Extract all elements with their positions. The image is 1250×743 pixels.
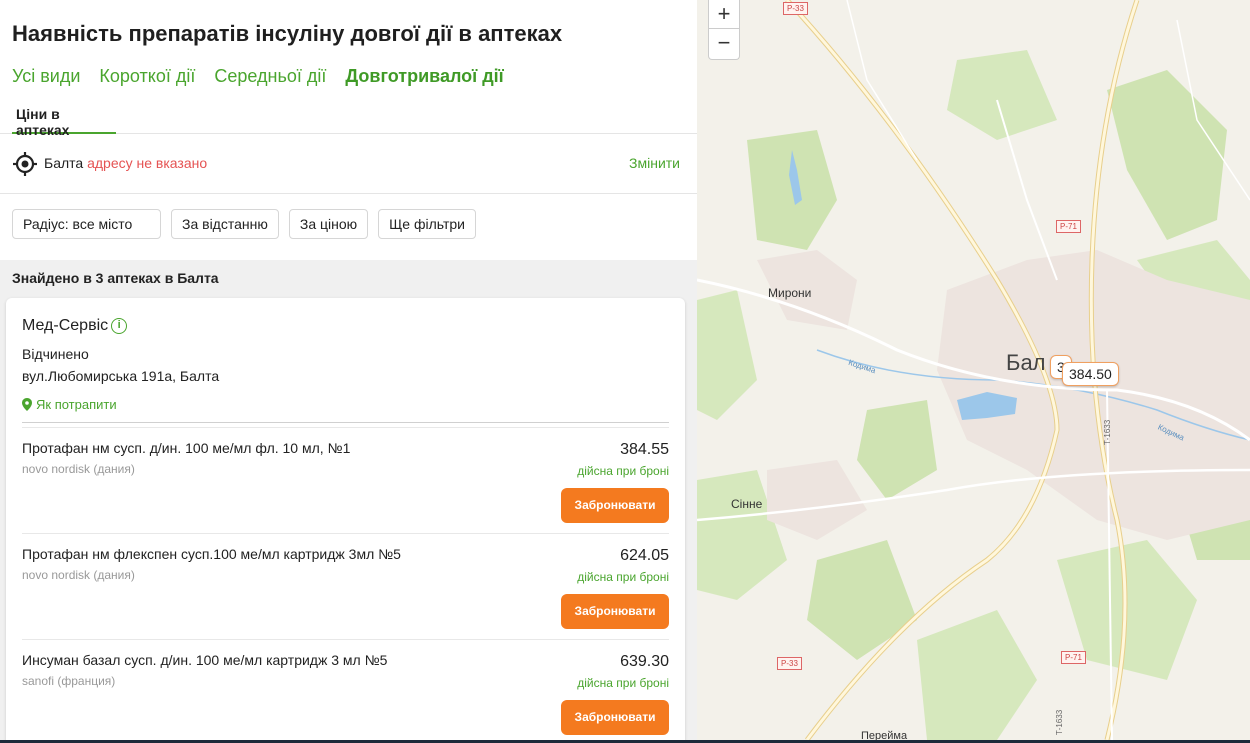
product-price: 639.30	[620, 653, 669, 670]
road-badge: Р-71	[1056, 220, 1081, 233]
reserve-button[interactable]: Забронювати	[561, 700, 669, 735]
filters-bar: Радіус: все місто За відстанню За ціною …	[12, 209, 486, 239]
zoom-in-button[interactable]: +	[709, 0, 739, 29]
page: Наявність препаратів інсуліну довгої дії…	[0, 0, 1250, 743]
product-maker: novo nordisk (дания)	[22, 462, 135, 476]
road-badge: Р-33	[783, 2, 808, 15]
page-title: Наявність препаратів інсуліну довгої дії…	[12, 21, 563, 46]
change-location-link[interactable]: Змінити	[629, 155, 680, 171]
zoom-out-button[interactable]: −	[709, 29, 739, 58]
results-panel: Наявність препаратів інсуліну довгої дії…	[0, 0, 697, 743]
insulin-type-tabs: Усі види Короткої дії Середньої дії Довг…	[12, 66, 523, 87]
radius-filter-button[interactable]: Радіус: все місто	[12, 209, 161, 239]
product-price: 624.05	[620, 547, 669, 564]
road-badge: Р-33	[777, 657, 802, 670]
tab-long-acting[interactable]: Довготривалої дії	[345, 66, 503, 87]
product-name: Протафан нм флекспен сусп.100 ме/мл карт…	[22, 546, 401, 562]
map-label-sinne: Сінне	[731, 497, 763, 511]
product-price: 384.55	[620, 441, 669, 458]
price-note: дійсна при броні	[577, 676, 669, 690]
location-target-icon	[13, 152, 37, 176]
pharmacy-address: вул.Любомирська 191а, Балта	[22, 368, 220, 384]
map[interactable]: + − Р-33 Р-71 Р-33 Р-71 Мирони Бал Сінне…	[697, 0, 1250, 740]
tab-intermediate-acting[interactable]: Середньої дії	[214, 66, 326, 87]
pharmacy-card: Мед-Сервіс i Відчинено вул.Любомирська 1…	[6, 298, 685, 743]
directions-label: Як потрапити	[36, 397, 117, 412]
location-warning: адресу не вказано	[87, 155, 208, 171]
tab-all-types[interactable]: Усі види	[12, 66, 80, 87]
product-maker: sanofi (франция)	[22, 674, 116, 688]
more-filters-button[interactable]: Ще фільтри	[378, 209, 476, 239]
sub-tabs: Ціни в аптеках	[0, 96, 697, 138]
map-label-village: Перейма	[861, 730, 908, 740]
pharmacy-status: Відчинено	[22, 346, 89, 362]
product-row: Протафан нм флекспен сусп.100 ме/мл карт…	[22, 533, 669, 639]
product-row: Инсуман базал сусп. д/ин. 100 ме/мл карт…	[22, 639, 669, 743]
location-row: Балта адресу не вказано Змінити	[0, 134, 697, 194]
road-badge: Р-71	[1061, 651, 1086, 664]
map-pin-icon	[22, 398, 32, 411]
results-count: Знайдено в 3 аптеках в Балта	[12, 270, 219, 286]
sort-by-price-button[interactable]: За ціною	[288, 209, 369, 239]
price-note: дійсна при броні	[577, 570, 669, 584]
info-icon[interactable]: i	[111, 318, 128, 334]
zoom-control: + −	[708, 0, 740, 60]
location-city: Балта	[44, 155, 84, 171]
reserve-button[interactable]: Забронювати	[561, 488, 669, 523]
map-canvas[interactable]	[697, 0, 1250, 740]
sort-by-distance-button[interactable]: За відстанню	[171, 209, 279, 239]
map-label-road: Т-1633	[1103, 419, 1113, 446]
reserve-button[interactable]: Забронювати	[561, 594, 669, 629]
map-label-balta: Бал	[1006, 350, 1046, 375]
pharmacy-name[interactable]: Мед-Сервіс	[22, 317, 108, 335]
product-name: Инсуман базал сусп. д/ин. 100 ме/мл карт…	[22, 652, 388, 668]
price-note: дійсна при броні	[577, 464, 669, 478]
tab-pharmacy-prices[interactable]: Ціни в аптеках	[12, 96, 116, 138]
map-label-myrony: Мирони	[768, 286, 812, 300]
product-maker: novo nordisk (дания)	[22, 568, 135, 582]
directions-link[interactable]: Як потрапити	[22, 397, 117, 412]
divider	[22, 422, 669, 423]
product-row: Протафан нм сусп. д/ин. 100 ме/мл фл. 10…	[22, 427, 669, 533]
location-text: Балта адресу не вказано	[44, 155, 207, 171]
map-label-road: Т-1633	[1055, 709, 1065, 736]
tab-short-acting[interactable]: Короткої дії	[99, 66, 195, 87]
pharmacy-name-row: Мед-Сервіс i	[22, 317, 128, 335]
results-list: Знайдено в 3 аптеках в Балта Мед-Сервіс …	[0, 260, 697, 743]
product-name: Протафан нм сусп. д/ин. 100 ме/мл фл. 10…	[22, 440, 351, 456]
map-price-marker[interactable]: 384.50	[1062, 362, 1119, 386]
